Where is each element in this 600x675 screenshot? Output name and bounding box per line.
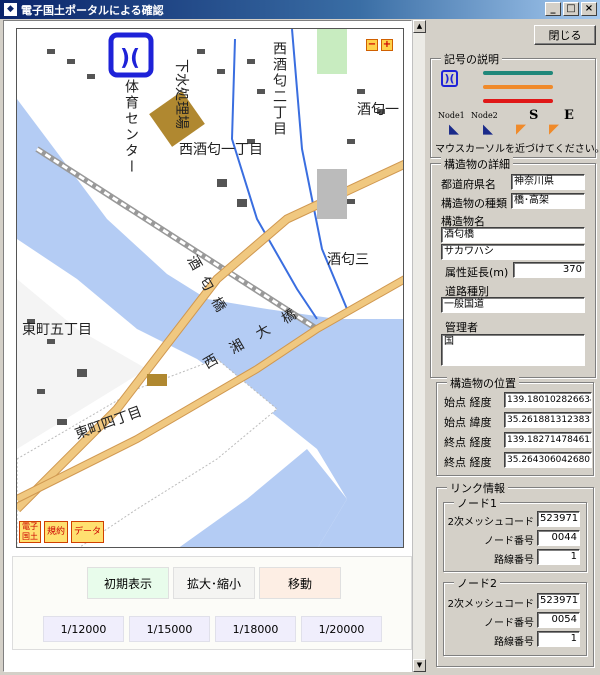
end-arrow-icon: ◤: [549, 122, 559, 137]
scroll-up-icon[interactable]: ▲: [413, 20, 426, 33]
admin-field[interactable]: 国: [441, 334, 585, 366]
park-area: [317, 29, 347, 74]
node-number-label: ノード番号: [484, 536, 534, 547]
node2-route-field[interactable]: 1: [537, 631, 580, 647]
end-label: E: [564, 108, 574, 123]
terms-link[interactable]: 規約: [44, 521, 69, 543]
zoom-button[interactable]: 拡大･縮小: [173, 567, 255, 599]
link-title: リンク情報: [447, 480, 508, 496]
position-title: 構造物の位置: [447, 375, 519, 391]
start-label: S: [529, 108, 539, 123]
map-label-gymnasium: 体育センター: [123, 79, 139, 175]
scroll-down-icon[interactable]: ▼: [413, 659, 426, 672]
maximize-button[interactable]: □: [563, 2, 579, 16]
map-label: 下水処理場: [173, 59, 189, 129]
start-lat-label: 始点 緯度: [444, 416, 492, 429]
window-title: 電子国土ポータルによる確認: [21, 3, 164, 17]
svg-text:)(: )(: [120, 46, 140, 71]
name-field[interactable]: 酒匂橋: [441, 227, 585, 243]
detail-group: 構造物の詳細 都道府県名 神奈川県 構造物の種類 橋･高架 構造物名 酒匂橋 サ…: [430, 156, 596, 378]
info-panel: 閉じる 記号の説明 )( Node1 Node2 S E ◣ ◣ ◤ ◤ マウス…: [428, 20, 600, 672]
road-field[interactable]: 一般国道: [441, 297, 585, 313]
legend-line-red: [483, 99, 553, 103]
end-lat-label: 終点 経度: [444, 456, 492, 469]
map-label-nishisakawa-2: 西酒匂二丁目: [271, 41, 287, 137]
pref-label: 都道府県名: [441, 178, 496, 191]
node1-number-field[interactable]: 0044: [537, 530, 580, 546]
app-icon: ◆: [4, 3, 17, 16]
scale-12000-button[interactable]: 1/12000: [43, 616, 124, 642]
mesh-label: 2次メッシュコード: [447, 599, 534, 610]
node1-label: Node1: [438, 111, 465, 120]
node1-mesh-field[interactable]: 523971: [537, 511, 580, 527]
node2-number-field[interactable]: 0054: [537, 612, 580, 628]
node1-route-field[interactable]: 1: [537, 549, 580, 565]
scale-15000-button[interactable]: 1/15000: [129, 616, 210, 642]
title-bar: ◆ 電子国土ポータルによる確認 _ □ ×: [0, 0, 600, 19]
scale-20000-button[interactable]: 1/20000: [301, 616, 382, 642]
node-number-label: ノード番号: [484, 618, 534, 629]
zoom-out-icon[interactable]: −: [366, 39, 378, 51]
node1-group: ノード1 2次メッシュコード 523971 ノード番号 0044 路線番号 1: [443, 495, 587, 572]
length-field[interactable]: 370: [513, 262, 585, 278]
node2-mesh-field[interactable]: 523971: [537, 593, 580, 609]
scale-18000-button[interactable]: 1/18000: [215, 616, 296, 642]
legend-group: 記号の説明 )( Node1 Node2 S E ◣ ◣ ◤ ◤ マウスカーソル…: [430, 51, 600, 158]
pref-field[interactable]: 神奈川県: [511, 174, 585, 190]
legend-line-green: [483, 71, 553, 75]
start-lon-field[interactable]: 139.180102826634: [504, 392, 592, 408]
map-pane: 西酒匂一丁目 東町五丁目 酒匂三 酒匂一 東町四丁目 酒匂橋 西湘大橋 下水処理…: [3, 20, 412, 672]
map-control-box: 初期表示 拡大･縮小 移動 1/12000 1/15000 1/18000 1/…: [12, 556, 412, 650]
close-window-button[interactable]: ×: [581, 2, 597, 16]
type-label: 構造物の種類: [441, 197, 507, 210]
node2-arrow-icon: ◣: [483, 122, 493, 137]
map-label: 東町五丁目: [22, 322, 92, 338]
node2-group: ノード2 2次メッシュコード 523971 ノード番号 0054 路線番号 1: [443, 575, 587, 656]
minimize-button[interactable]: _: [545, 2, 561, 16]
legend-line-orange: [483, 85, 553, 89]
start-lon-label: 始点 経度: [444, 396, 492, 409]
position-group: 構造物の位置 始点 経度 139.180102826634 始点 緯度 35.2…: [436, 375, 594, 476]
map-view[interactable]: 西酒匂一丁目 東町五丁目 酒匂三 酒匂一 東町四丁目 酒匂橋 西湘大橋 下水処理…: [16, 28, 404, 548]
node1-arrow-icon: ◣: [449, 122, 459, 137]
length-label: 属性延長(m): [445, 266, 509, 279]
node2-title: ノード2: [454, 575, 500, 591]
start-arrow-icon: ◤: [516, 122, 526, 137]
map-canvas[interactable]: 西酒匂一丁目 東町五丁目 酒匂三 酒匂一 東町四丁目 酒匂橋 西湘大橋 下水処理…: [17, 29, 404, 548]
legend-hint: マウスカーソルを近づけてください。: [435, 144, 600, 155]
end-lon-field[interactable]: 139.182714784615: [504, 432, 592, 448]
legend-title: 記号の説明: [441, 51, 502, 67]
admin-label: 管理者: [445, 321, 478, 334]
map-label: 酒匂三: [327, 252, 369, 268]
route-label: 路線番号: [494, 637, 534, 648]
zoom-in-icon[interactable]: +: [381, 39, 393, 51]
start-lat-field[interactable]: 35.261881312383: [504, 412, 592, 428]
node2-label: Node2: [471, 111, 498, 120]
initial-view-button[interactable]: 初期表示: [87, 567, 169, 599]
end-lon-label: 終点 経度: [444, 436, 492, 449]
move-button[interactable]: 移動: [259, 567, 341, 599]
vertical-scrollbar[interactable]: ▲ ▼: [412, 20, 426, 672]
data-link[interactable]: データ: [71, 521, 105, 543]
close-button[interactable]: 閉じる: [534, 25, 596, 45]
mesh-label: 2次メッシュコード: [447, 517, 534, 528]
bridge-symbol-icon: )(: [441, 70, 458, 87]
map-label: 酒匂一: [357, 102, 399, 118]
end-lat-field[interactable]: 35.264306042680: [504, 452, 592, 468]
type-field[interactable]: 橋･高架: [511, 193, 585, 209]
route-label: 路線番号: [494, 555, 534, 566]
portal-link[interactable]: 電子国土: [19, 521, 41, 543]
map-label: 西酒匂一丁目: [179, 142, 263, 158]
kana-field[interactable]: サカワハシ: [441, 244, 585, 260]
link-group: リンク情報 ノード1 2次メッシュコード 523971 ノード番号 0044 路…: [436, 480, 594, 667]
node1-title: ノード1: [454, 495, 500, 511]
detail-title: 構造物の詳細: [441, 156, 513, 172]
